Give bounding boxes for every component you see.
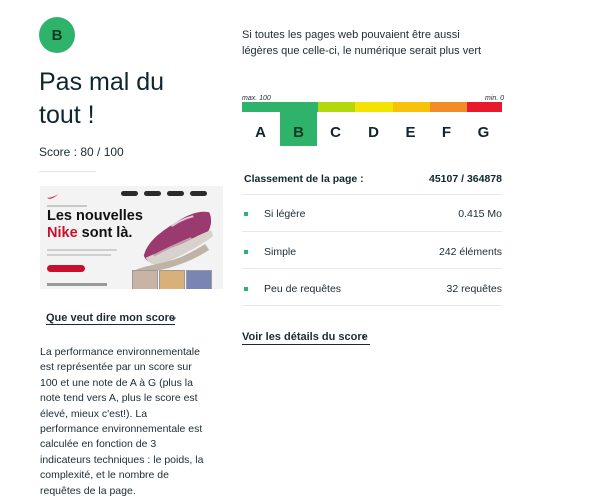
- divider: [242, 194, 502, 195]
- divider: [242, 305, 502, 306]
- grade-segment-a: [242, 102, 280, 112]
- page-screenshot-thumbnail: Les nouvelles Nike sont là.: [40, 186, 223, 289]
- grade-letter-b: B: [293, 124, 304, 141]
- sneaker-image: [135, 211, 214, 272]
- nike-logo-icon: [47, 194, 59, 199]
- nav-pill: [190, 191, 207, 196]
- bullet-icon: [244, 212, 248, 216]
- score-text: Score : 80 / 100: [39, 145, 124, 159]
- divider: [242, 268, 502, 269]
- link-underline: [242, 344, 370, 345]
- cta-button-shape: [47, 265, 85, 272]
- thumbnail-variant: [159, 270, 185, 289]
- text-line: [47, 254, 111, 256]
- grade-segment-g: [467, 102, 502, 112]
- divider: [39, 171, 96, 172]
- nav-pill: [144, 191, 161, 196]
- ranking-value: 45107 / 364878: [429, 173, 502, 185]
- ranking-label: Classement de la page :: [244, 173, 364, 185]
- grade-segment-c: [318, 102, 355, 112]
- nav-pill: [167, 191, 184, 196]
- grade-letter-d: D: [368, 124, 379, 141]
- text-line: [47, 249, 117, 251]
- metric-value-complexity: 242 éléments: [438, 246, 502, 258]
- chevron-right-icon[interactable]: ›: [362, 331, 366, 343]
- bullet-icon: [244, 287, 248, 291]
- small-text-line: [47, 205, 87, 207]
- thumbnail-brand: Nike: [47, 225, 78, 241]
- grade-segment-d: [355, 102, 393, 112]
- scale-max-label: max. 100: [242, 95, 271, 102]
- score-details-link[interactable]: Voir les détails du score: [242, 331, 368, 343]
- grade-letter-f: F: [441, 124, 452, 141]
- nav-pill: [121, 191, 138, 196]
- metric-value-requests: 32 requêtes: [446, 283, 502, 295]
- grade-letter-c: C: [330, 124, 341, 141]
- divider: [242, 231, 502, 232]
- page-title: Pas mal du tout !: [39, 68, 165, 129]
- metric-value-weight: 0.415 Mo: [458, 208, 502, 220]
- metric-label-weight: Si légère: [264, 208, 306, 220]
- chevron-down-icon[interactable]: ⌄: [169, 310, 178, 323]
- text-line: [47, 283, 107, 286]
- score-meaning-link[interactable]: Que veut dire mon score: [46, 312, 175, 324]
- score-explanation: La performance environnementale est repr…: [40, 346, 204, 497]
- grade-badge: B: [39, 17, 75, 53]
- grade-segment-e: [393, 102, 430, 112]
- metric-label-requests: Peu de requêtes: [264, 283, 342, 295]
- thumbnail-variant: [186, 270, 212, 289]
- grade-letter-g: G: [477, 124, 490, 141]
- bullet-icon: [244, 250, 248, 254]
- grade-letter-e: E: [405, 124, 416, 141]
- grade-segment-f: [430, 102, 467, 112]
- thumbnail-variant: [132, 270, 158, 289]
- metric-label-complexity: Simple: [264, 246, 297, 258]
- scale-min-label: min. 0: [485, 95, 505, 102]
- intro-text: Si toutes les pages web pouvaient être a…: [242, 29, 482, 57]
- grade-letter-a: A: [255, 124, 266, 141]
